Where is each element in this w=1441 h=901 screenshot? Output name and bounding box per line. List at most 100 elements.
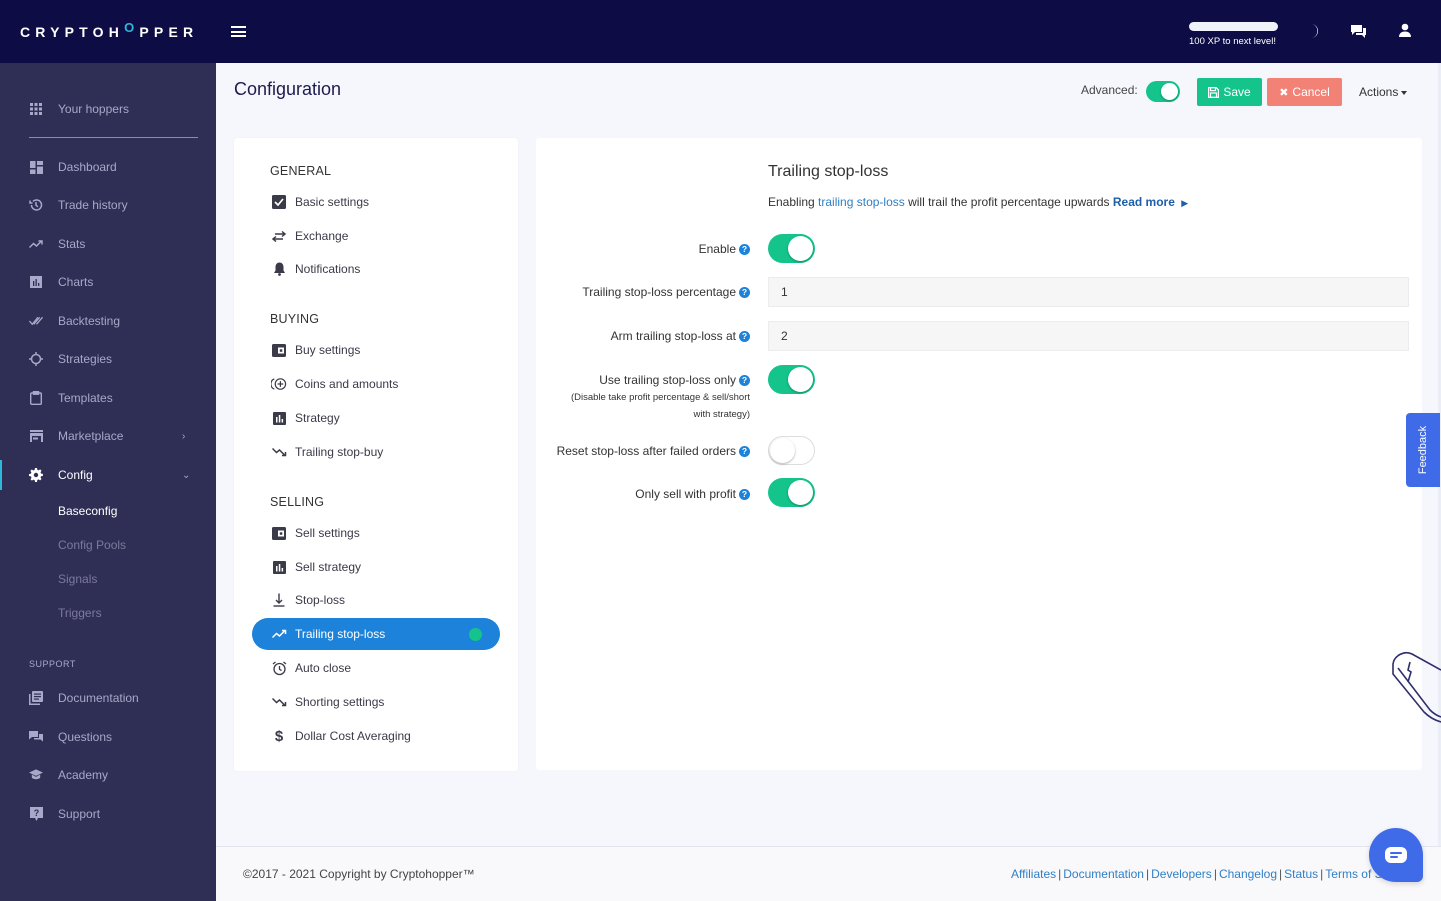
- help-icon[interactable]: ?: [739, 375, 750, 386]
- menu-item-label: Dollar Cost Averaging: [295, 729, 411, 743]
- chat-icon[interactable]: [1350, 22, 1368, 40]
- user-icon[interactable]: [1396, 22, 1414, 40]
- arrow-down-to-line-icon: [271, 592, 287, 608]
- menu-item-notifications[interactable]: Notifications: [252, 253, 500, 285]
- footer-link-documentation[interactable]: Documentation: [1063, 867, 1144, 881]
- sidebar-item-strategies[interactable]: Strategies: [0, 344, 216, 374]
- sidebar-item-templates[interactable]: Templates: [0, 383, 216, 413]
- menu-item-auto-close[interactable]: Auto close: [252, 652, 500, 684]
- menu-item-sell-settings[interactable]: Sell settings: [252, 517, 500, 549]
- questions-icon: [29, 730, 43, 744]
- menu-item-shorting-settings[interactable]: Shorting settings: [252, 686, 500, 718]
- cryptohopper-logo[interactable]: CRYPTOHOPPER: [20, 20, 199, 40]
- reset-toggle[interactable]: [768, 436, 815, 465]
- arm-at-input[interactable]: [768, 321, 1409, 351]
- footer-link-status[interactable]: Status: [1284, 867, 1318, 881]
- actions-dropdown[interactable]: Actions: [1359, 85, 1408, 99]
- history-icon: [29, 198, 43, 212]
- only-tsl-sublabel: (Disable take profit percentage & sell/s…: [571, 389, 750, 423]
- help-icon[interactable]: ?: [739, 446, 750, 457]
- cancel-button[interactable]: ✖ Cancel: [1267, 78, 1342, 106]
- sidebar-subitem-config-pools[interactable]: Config Pools: [58, 538, 126, 552]
- footer-link-affiliates[interactable]: Affiliates: [1011, 867, 1056, 881]
- sidebar-item-label: Marketplace: [58, 429, 124, 443]
- menu-item-sell-strategy[interactable]: Sell strategy: [252, 551, 500, 583]
- menu-item-trailing-stop-loss[interactable]: Trailing stop-loss: [252, 618, 500, 650]
- sidebar-item-backtesting[interactable]: Backtesting: [0, 306, 216, 336]
- footer-link-developers[interactable]: Developers: [1151, 867, 1212, 881]
- sidebar-item-trade-history[interactable]: Trade history: [0, 190, 216, 220]
- sidebar-subitem-signals[interactable]: Signals: [58, 572, 97, 586]
- section-title: Trailing stop-loss: [768, 163, 889, 180]
- menu-item-exchange[interactable]: Exchange: [252, 220, 500, 252]
- help-icon[interactable]: ?: [739, 489, 750, 500]
- marketplace-icon: [29, 429, 43, 443]
- sidebar-item-support[interactable]: ? Support: [0, 799, 216, 829]
- enable-toggle[interactable]: [768, 234, 815, 263]
- sidebar-item-marketplace[interactable]: Marketplace ›: [0, 421, 216, 451]
- sidebar-item-dashboard[interactable]: Dashboard: [0, 152, 216, 182]
- menu-item-dollar-cost-averaging[interactable]: $ Dollar Cost Averaging: [252, 720, 500, 752]
- separator: |: [1320, 867, 1324, 881]
- sidebar-subitem-triggers[interactable]: Triggers: [58, 606, 102, 620]
- help-icon[interactable]: ?: [739, 331, 750, 342]
- hand-illustration-icon: [1392, 651, 1441, 723]
- documentation-icon: [29, 691, 43, 705]
- sidebar: Your hoppers Dashboard Trade history Sta…: [0, 63, 216, 901]
- help-icon[interactable]: ?: [739, 244, 750, 255]
- config-menu: GENERAL Basic settings Exchange Notifica…: [234, 138, 518, 771]
- sidebar-item-label: Charts: [58, 275, 94, 289]
- save-button[interactable]: Save: [1197, 78, 1262, 106]
- caret-right-icon: ▶: [1181, 198, 1189, 208]
- label-text: Enable: [698, 242, 736, 256]
- xp-progress-bar: [1189, 22, 1278, 31]
- menu-item-label: Buy settings: [295, 343, 361, 357]
- trailing-stop-loss-link[interactable]: trailing stop-loss: [818, 195, 905, 209]
- chat-widget-button[interactable]: [1369, 828, 1423, 882]
- sidebar-item-academy[interactable]: Academy: [0, 760, 216, 790]
- sublabel-line: (Disable take profit percentage & sell/s…: [570, 392, 750, 403]
- wallet-icon: [271, 525, 287, 541]
- menu-item-stop-loss[interactable]: Stop-loss: [252, 584, 500, 616]
- gear-icon: [29, 468, 43, 482]
- chat-bubble-icon: [1385, 847, 1407, 863]
- actions-label: Actions: [1359, 85, 1399, 99]
- only-tsl-toggle[interactable]: [768, 365, 815, 394]
- logo-o: O: [124, 20, 140, 35]
- sidebar-item-label: Backtesting: [58, 314, 121, 328]
- read-more-link[interactable]: Read more ▶: [1113, 195, 1188, 209]
- sidebar-item-documentation[interactable]: Documentation: [0, 683, 216, 713]
- stats-icon: [29, 237, 43, 251]
- moon-icon[interactable]: [1305, 22, 1323, 40]
- xp-progress-fill: [1189, 22, 1278, 31]
- sidebar-item-label: Academy: [58, 768, 109, 782]
- menu-item-label: Coins and amounts: [295, 377, 399, 391]
- read-more-label: Read more: [1112, 195, 1175, 209]
- sidebar-item-config[interactable]: Config ⌄: [0, 460, 216, 490]
- logo-text-end: PPER: [139, 24, 199, 40]
- only-profit-toggle[interactable]: [768, 478, 815, 507]
- advanced-toggle[interactable]: [1146, 81, 1180, 102]
- support-heading: SUPPORT: [29, 659, 76, 669]
- backtesting-icon: [29, 314, 43, 328]
- footer-link-changelog[interactable]: Changelog: [1219, 867, 1277, 881]
- hamburger-icon[interactable]: [231, 26, 246, 37]
- trailing-percentage-input[interactable]: [768, 277, 1409, 307]
- menu-item-trailing-stop-buy[interactable]: Trailing stop-buy: [252, 436, 500, 468]
- help-icon[interactable]: ?: [739, 287, 750, 298]
- charts-icon: [29, 275, 43, 289]
- feedback-tab[interactable]: Feedback: [1406, 413, 1440, 487]
- menu-item-basic-settings[interactable]: Basic settings: [252, 186, 500, 218]
- menu-item-coins-and-amounts[interactable]: Coins and amounts: [252, 368, 500, 400]
- sidebar-item-questions[interactable]: Questions: [0, 722, 216, 752]
- xp-text: 100 XP to next level!: [1189, 36, 1276, 47]
- dashboard-icon: [29, 160, 43, 174]
- sidebar-item-your-hoppers[interactable]: Your hoppers: [0, 94, 216, 124]
- menu-heading-selling: SELLING: [270, 495, 325, 509]
- menu-item-buy-settings[interactable]: Buy settings: [252, 334, 500, 366]
- label-text: Use trailing stop-loss only: [599, 373, 736, 387]
- sidebar-subitem-baseconfig[interactable]: Baseconfig: [58, 504, 117, 518]
- menu-item-strategy[interactable]: Strategy: [252, 402, 500, 434]
- sidebar-item-charts[interactable]: Charts: [0, 267, 216, 297]
- sidebar-item-stats[interactable]: Stats: [0, 229, 216, 259]
